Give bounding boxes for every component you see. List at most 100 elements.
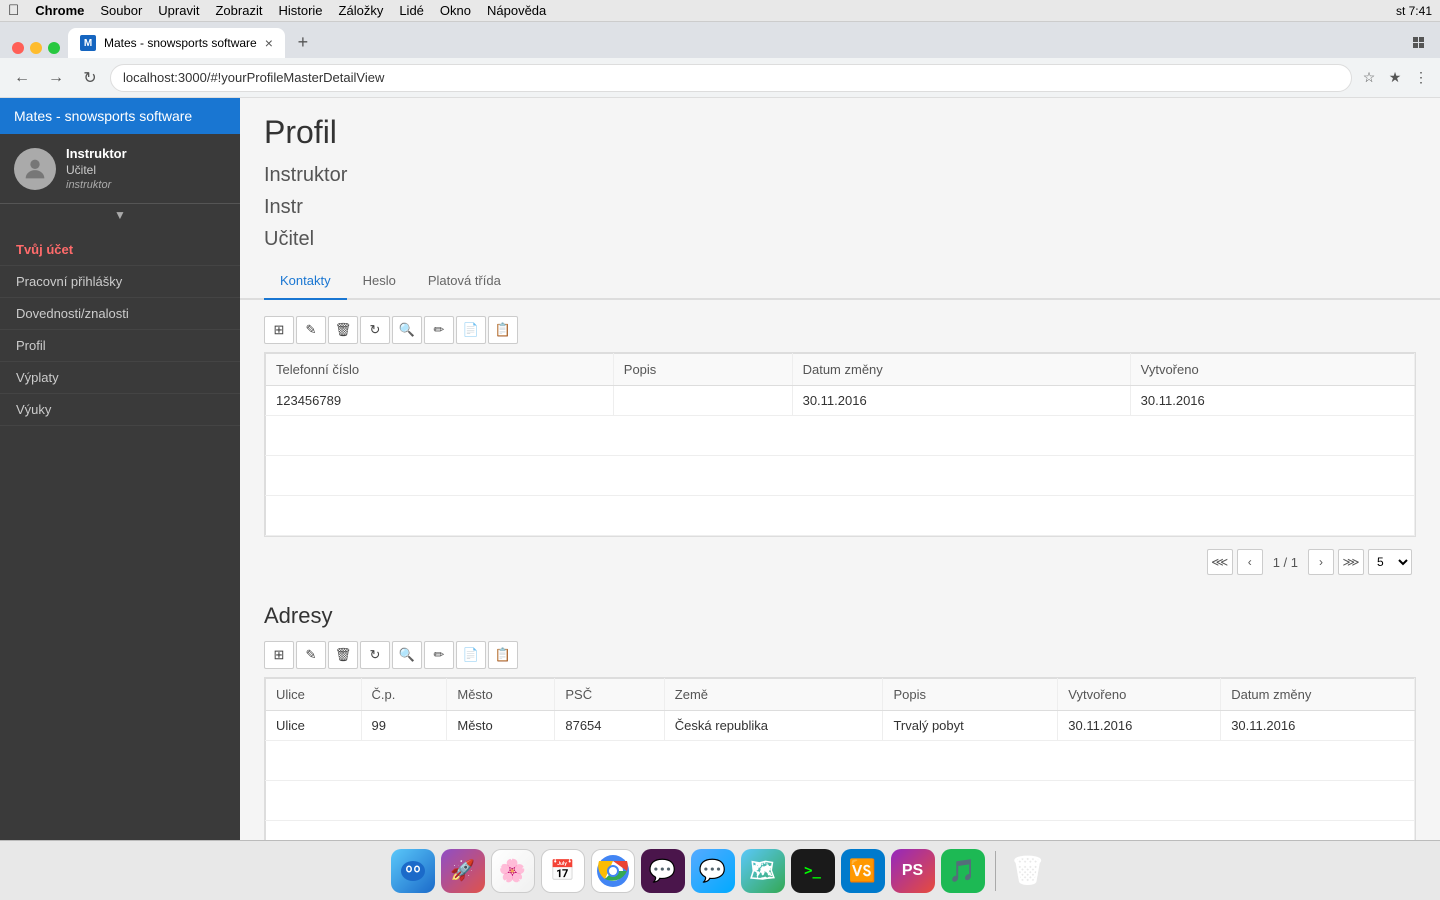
tab-close-btn[interactable]: × bbox=[265, 35, 273, 51]
col-cp: Č.p. bbox=[361, 679, 447, 711]
address-bar: ← → ↻ localhost:3000/#!yourProfileMaster… bbox=[0, 58, 1440, 98]
pen-address-btn[interactable]: ✏ bbox=[424, 641, 454, 669]
cell-datum-zmeny: 30.11.2016 bbox=[792, 386, 1130, 416]
page-info: 1 / 1 bbox=[1267, 555, 1304, 570]
cell-phone: 123456789 bbox=[266, 386, 614, 416]
lide-menu[interactable]: Lidé bbox=[399, 3, 424, 18]
mac-menubar:  Chrome Soubor Upravit Zobrazit Histori… bbox=[0, 0, 1440, 22]
sidebar-item-tvuj-ucet[interactable]: Tvůj účet bbox=[0, 234, 240, 266]
sidebar-item-pracovni-prihlasky[interactable]: Pracovní přihlášky bbox=[0, 266, 240, 298]
address-table-container: Ulice Č.p. Město PSČ Země Popis Vytvořen… bbox=[264, 677, 1416, 840]
dock-trash[interactable]: 🗑 bbox=[1006, 849, 1050, 893]
content-area: ⊞ ✎ 🗑 ↻ 🔍 ✏ 📄 📋 Telefonní číslo bbox=[240, 300, 1440, 840]
finder-icon bbox=[391, 849, 435, 893]
user-info: Instruktor Učitel instruktor bbox=[66, 146, 127, 191]
bookmark-icon[interactable]: ☆ bbox=[1358, 67, 1380, 89]
photos-icon: 🌸 bbox=[491, 849, 535, 893]
phpstorm-icon: PS bbox=[891, 849, 935, 893]
prev-page-btn[interactable]: ‹ bbox=[1237, 549, 1263, 575]
sidebar-item-vyplaty[interactable]: Výplaty bbox=[0, 362, 240, 394]
close-window-btn[interactable] bbox=[12, 42, 24, 54]
app-name: Mates - snowsports software bbox=[14, 108, 192, 124]
cell-mesto: Město bbox=[447, 711, 555, 741]
maximize-window-btn[interactable] bbox=[48, 42, 60, 54]
col-datum-zmeny: Datum změny bbox=[792, 354, 1130, 386]
phone-table-header-row: Telefonní číslo Popis Datum změny Vytvoř… bbox=[266, 354, 1415, 386]
zalozky-menu[interactable]: Záložky bbox=[339, 3, 384, 18]
delete-phone-btn[interactable]: 🗑 bbox=[328, 316, 358, 344]
apple-menu[interactable]:  bbox=[8, 2, 19, 19]
export2-address-btn[interactable]: 📋 bbox=[488, 641, 518, 669]
dock-phpstorm[interactable]: PS bbox=[891, 849, 935, 893]
sidebar-expand-btn[interactable]: ▼ bbox=[0, 204, 240, 226]
cell-cp: 99 bbox=[361, 711, 447, 741]
soubor-menu[interactable]: Soubor bbox=[100, 3, 142, 18]
url-bar[interactable]: localhost:3000/#!yourProfileMasterDetail… bbox=[110, 64, 1352, 92]
dock-photos[interactable]: 🌸 bbox=[491, 849, 535, 893]
page-header: Profil bbox=[240, 98, 1440, 159]
dock-finder[interactable] bbox=[391, 849, 435, 893]
refresh-phone-btn[interactable]: ↻ bbox=[360, 316, 390, 344]
phone-table-container: Telefonní číslo Popis Datum změny Vytvoř… bbox=[264, 352, 1416, 537]
browser-tab[interactable]: M Mates - snowsports software × bbox=[68, 28, 285, 58]
add-address-btn[interactable]: ⊞ bbox=[264, 641, 294, 669]
address-table-row[interactable]: Ulice 99 Město 87654 Česká republika Trv… bbox=[266, 711, 1415, 741]
edit-phone-btn[interactable]: ✎ bbox=[296, 316, 326, 344]
sidebar-item-profil[interactable]: Profil bbox=[0, 330, 240, 362]
dock-terminal[interactable]: >_ bbox=[791, 849, 835, 893]
napoveda-menu[interactable]: Nápověda bbox=[487, 3, 546, 18]
sidebar-item-vyuky[interactable]: Výuky bbox=[0, 394, 240, 426]
search-phone-btn[interactable]: 🔍 bbox=[392, 316, 422, 344]
upravit-menu[interactable]: Upravit bbox=[158, 3, 199, 18]
star-icon[interactable]: ★ bbox=[1384, 67, 1406, 89]
refresh-address-btn[interactable]: ↻ bbox=[360, 641, 390, 669]
historie-menu[interactable]: Historie bbox=[278, 3, 322, 18]
dock-calendar[interactable]: 📅 bbox=[541, 849, 585, 893]
delete-address-btn[interactable]: 🗑 bbox=[328, 641, 358, 669]
dock-maps[interactable]: 🗺 bbox=[741, 849, 785, 893]
tab-title: Mates - snowsports software bbox=[104, 36, 257, 50]
export1-address-btn[interactable]: 📄 bbox=[456, 641, 486, 669]
sidebar-user: Instruktor Učitel instruktor bbox=[0, 134, 240, 204]
user-login: instruktor bbox=[66, 179, 127, 191]
addresses-section-title: Adresy bbox=[264, 603, 1416, 629]
export1-phone-btn[interactable]: 📄 bbox=[456, 316, 486, 344]
minimize-window-btn[interactable] bbox=[30, 42, 42, 54]
tab-platova-trida[interactable]: Platová třída bbox=[412, 263, 517, 300]
dock-slack[interactable]: 💬 bbox=[641, 849, 685, 893]
table-row[interactable]: 123456789 30.11.2016 30.11.2016 bbox=[266, 386, 1415, 416]
pen-phone-btn[interactable]: ✏ bbox=[424, 316, 454, 344]
add-phone-btn[interactable]: ⊞ bbox=[264, 316, 294, 344]
sidebar-item-dovednosti[interactable]: Dovednosti/znalosti bbox=[0, 298, 240, 330]
dock-launchpad[interactable]: 🚀 bbox=[441, 849, 485, 893]
vscode-icon: 🆚 bbox=[841, 849, 885, 893]
address-table: Ulice Č.p. Město PSČ Země Popis Vytvořen… bbox=[265, 678, 1415, 840]
tab-kontakty[interactable]: Kontakty bbox=[264, 263, 347, 300]
col-psc: PSČ bbox=[555, 679, 664, 711]
page-size-select[interactable]: 5 10 25 bbox=[1368, 549, 1412, 575]
last-page-btn[interactable]: ⋙ bbox=[1338, 549, 1364, 575]
tab-heslo[interactable]: Heslo bbox=[347, 263, 412, 300]
search-address-btn[interactable]: 🔍 bbox=[392, 641, 422, 669]
export2-phone-btn[interactable]: 📋 bbox=[488, 316, 518, 344]
dock-vscode[interactable]: 🆚 bbox=[841, 849, 885, 893]
edit-address-btn[interactable]: ✎ bbox=[296, 641, 326, 669]
next-page-btn[interactable]: › bbox=[1308, 549, 1334, 575]
tab-favicon: M bbox=[80, 35, 96, 51]
forward-btn[interactable]: → bbox=[42, 64, 70, 92]
chrome-menu[interactable]: Chrome bbox=[35, 3, 84, 18]
dock-spotify[interactable]: 🎵 bbox=[941, 849, 985, 893]
terminal-icon: >_ bbox=[791, 849, 835, 893]
address-table-header-row: Ulice Č.p. Město PSČ Země Popis Vytvořen… bbox=[266, 679, 1415, 711]
tab-bar: M Mates - snowsports software × + bbox=[0, 22, 1440, 58]
reload-btn[interactable]: ↻ bbox=[76, 64, 104, 92]
phone-toolbar: ⊞ ✎ 🗑 ↻ 🔍 ✏ 📄 📋 bbox=[264, 316, 1416, 344]
new-tab-btn[interactable]: + bbox=[289, 28, 317, 56]
first-page-btn[interactable]: ⋘ bbox=[1207, 549, 1233, 575]
dock-chrome[interactable] bbox=[591, 849, 635, 893]
okno-menu[interactable]: Okno bbox=[440, 3, 471, 18]
menu-icon[interactable]: ⋮ bbox=[1410, 67, 1432, 89]
dock-messages[interactable]: 💬 bbox=[691, 849, 735, 893]
zobrazit-menu[interactable]: Zobrazit bbox=[215, 3, 262, 18]
back-btn[interactable]: ← bbox=[8, 64, 36, 92]
